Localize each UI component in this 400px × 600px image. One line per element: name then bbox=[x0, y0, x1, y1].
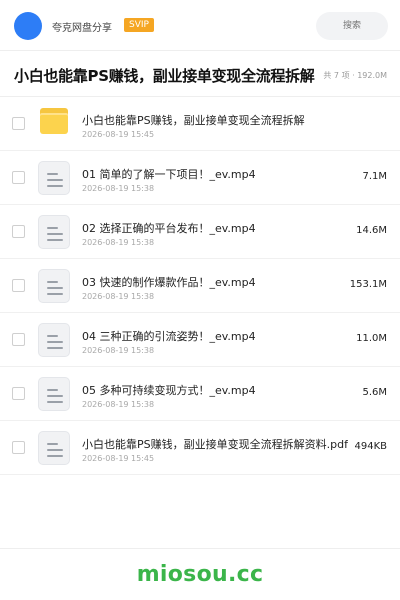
document-icon bbox=[38, 377, 70, 411]
file-date: 2026-08-19 15:38 bbox=[82, 238, 155, 247]
list-item[interactable]: 04 三种正确的引流姿势！_ev.mp4 2026-08-19 15:38 11… bbox=[0, 313, 400, 367]
row-checkbox[interactable] bbox=[12, 117, 25, 130]
file-name[interactable]: 05 多种可持续变现方式！_ev.mp4 bbox=[82, 382, 348, 398]
document-icon bbox=[38, 161, 70, 195]
file-name[interactable]: 小白也能靠PS赚钱，副业接单变现全流程拆解 bbox=[82, 112, 348, 128]
row-checkbox[interactable] bbox=[12, 225, 25, 238]
list-item[interactable]: 小白也能靠PS赚钱，副业接单变现全流程拆解 2026-08-19 15:45 bbox=[0, 97, 400, 151]
row-checkbox[interactable] bbox=[12, 279, 25, 292]
file-size: 153.1M bbox=[349, 279, 387, 290]
file-size: 14.6M bbox=[356, 225, 387, 236]
row-checkbox[interactable] bbox=[12, 387, 25, 400]
svip-badge: SVIP bbox=[124, 18, 154, 32]
file-name[interactable]: 01 简单的了解一下项目！_ev.mp4 bbox=[82, 166, 348, 182]
share-title-bar: 小白也能靠PS赚钱，副业接单变现全流程拆解 共 7 项 · 192.0M bbox=[0, 51, 400, 97]
file-size: 11.0M bbox=[356, 333, 387, 344]
search-input[interactable] bbox=[316, 12, 388, 40]
file-date: 2026-08-19 15:38 bbox=[82, 292, 155, 301]
file-date: 2026-08-19 15:45 bbox=[82, 454, 155, 463]
file-date: 2026-08-19 15:38 bbox=[82, 346, 155, 355]
file-size: 5.6M bbox=[362, 387, 387, 398]
file-name[interactable]: 小白也能靠PS赚钱，副业接单变现全流程拆解资料.pdf bbox=[82, 436, 348, 452]
file-size: 494KB bbox=[354, 441, 387, 452]
avatar[interactable] bbox=[14, 12, 42, 40]
row-checkbox[interactable] bbox=[12, 333, 25, 346]
document-icon bbox=[38, 269, 70, 303]
list-item[interactable]: 03 快速的制作爆款作品！_ev.mp4 2026-08-19 15:38 15… bbox=[0, 259, 400, 313]
document-icon bbox=[38, 215, 70, 249]
item-summary: 共 7 项 · 192.0M bbox=[323, 71, 387, 80]
row-checkbox[interactable] bbox=[12, 171, 25, 184]
list-item[interactable]: 05 多种可持续变现方式！_ev.mp4 2026-08-19 15:38 5.… bbox=[0, 367, 400, 421]
document-icon bbox=[38, 323, 70, 357]
footer-divider bbox=[0, 548, 400, 549]
file-date: 2026-08-19 15:38 bbox=[82, 400, 155, 409]
file-name[interactable]: 02 选择正确的平台发布！_ev.mp4 bbox=[82, 220, 348, 236]
file-date: 2026-08-19 15:38 bbox=[82, 184, 155, 193]
file-list: 小白也能靠PS赚钱，副业接单变现全流程拆解 2026-08-19 15:45 0… bbox=[0, 97, 400, 475]
list-item[interactable]: 01 简单的了解一下项目！_ev.mp4 2026-08-19 15:38 7.… bbox=[0, 151, 400, 205]
brand-name: 夸克网盘分享 bbox=[52, 23, 112, 34]
list-item[interactable]: 小白也能靠PS赚钱，副业接单变现全流程拆解资料.pdf 2026-08-19 1… bbox=[0, 421, 400, 475]
app-header: 夸克网盘分享 SVIP bbox=[0, 0, 400, 50]
document-icon bbox=[38, 431, 70, 465]
file-name[interactable]: 04 三种正确的引流姿势！_ev.mp4 bbox=[82, 328, 348, 344]
file-date: 2026-08-19 15:45 bbox=[82, 130, 155, 139]
page-title: 小白也能靠PS赚钱，副业接单变现全流程拆解 bbox=[14, 67, 315, 85]
list-item[interactable]: 02 选择正确的平台发布！_ev.mp4 2026-08-19 15:38 14… bbox=[0, 205, 400, 259]
folder-icon bbox=[40, 108, 68, 134]
file-size: 7.1M bbox=[362, 171, 387, 182]
watermark: miosou.cc bbox=[136, 562, 264, 587]
row-checkbox[interactable] bbox=[12, 441, 25, 454]
file-name[interactable]: 03 快速的制作爆款作品！_ev.mp4 bbox=[82, 274, 348, 290]
